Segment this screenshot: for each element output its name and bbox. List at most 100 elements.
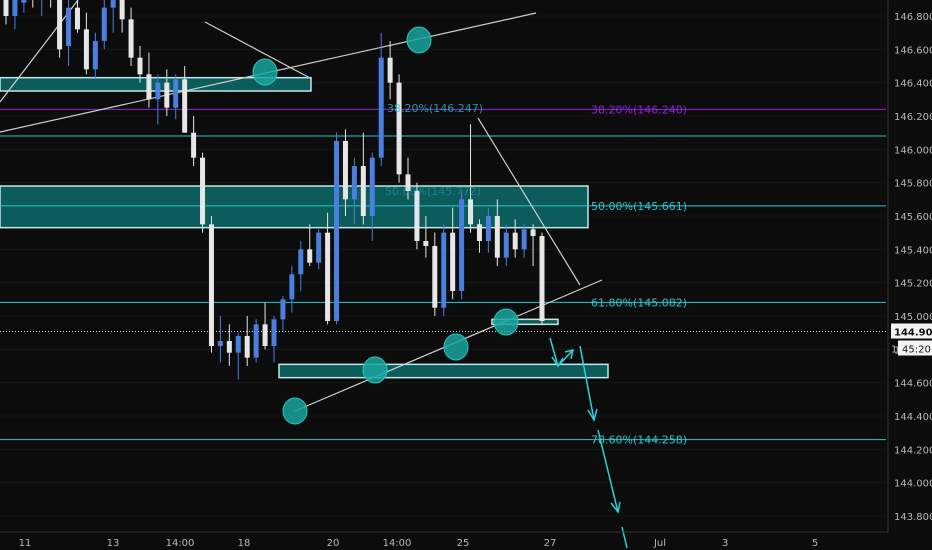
candle-body	[503, 232, 509, 258]
price-tick-label: 145.800	[894, 179, 932, 190]
candle-body	[459, 199, 465, 291]
ghost-fib-label: 38.20%(146.247)	[387, 102, 483, 115]
candle-body	[485, 216, 491, 241]
candle-body	[235, 336, 241, 353]
candle-body	[298, 249, 304, 275]
price-tick-label: 145.600	[894, 212, 932, 223]
candle-body	[396, 82, 402, 175]
candle-body	[494, 216, 500, 258]
fib-level-label: 50.00%(145.661)	[591, 200, 687, 213]
candle-body	[244, 336, 250, 358]
candle-body	[137, 57, 143, 75]
time-tick-label: 14:00	[166, 538, 195, 549]
fib-level-label: 38.20%(146.240)	[591, 103, 687, 116]
candle-body	[521, 229, 527, 250]
candle-body	[316, 232, 322, 263]
time-tick-label: 13	[107, 538, 120, 549]
price-tick-label: 146.000	[894, 145, 932, 156]
time-tick-label: 25	[457, 538, 470, 549]
candle-body	[441, 232, 447, 308]
time-tick-label: 14:00	[383, 538, 412, 549]
candle-body	[271, 319, 277, 346]
candle-body	[119, 0, 125, 20]
candle-body	[476, 224, 482, 241]
candle-body	[83, 29, 89, 70]
fib-level-label: 61.80%(145.082)	[591, 296, 687, 309]
candle-body	[387, 57, 393, 83]
time-tick-label: 5	[812, 538, 818, 549]
candle-body	[378, 57, 384, 158]
price-tick-label: 146.400	[894, 79, 932, 90]
candle-body	[334, 141, 340, 321]
candle-body	[369, 157, 375, 216]
candle-body	[226, 341, 232, 353]
candle-body	[128, 19, 134, 58]
candle-body	[262, 324, 268, 346]
candle-body	[432, 246, 438, 308]
candle-body	[360, 166, 366, 216]
touch-marker	[252, 58, 278, 86]
time-tick-label: Jul	[653, 538, 666, 549]
candle-body	[200, 157, 206, 225]
countdown-prefix: 1	[891, 345, 897, 356]
candle-body	[342, 141, 348, 200]
price-tick-label: 145.400	[894, 245, 932, 256]
candle-body	[66, 7, 72, 46]
time-tick-label: 11	[19, 538, 32, 549]
candle-body	[289, 274, 295, 300]
countdown-value: 45:20	[902, 345, 931, 356]
candle-body	[146, 74, 152, 100]
price-tick-label: 146.600	[894, 45, 932, 56]
price-tick-label: 145.200	[894, 279, 932, 290]
candle-body	[512, 232, 518, 250]
ghost-fib-label: 50.00%(145.772)	[385, 185, 481, 198]
price-tick-label: 143.800	[894, 512, 932, 523]
touch-marker	[282, 397, 308, 425]
candle-body	[74, 7, 80, 30]
candle-body	[253, 324, 259, 358]
price-tick-label: 144.600	[894, 379, 932, 390]
time-tick-label: 20	[327, 538, 340, 549]
candle-body	[57, 0, 63, 50]
price-tick-label: 144.000	[894, 479, 932, 490]
candle-body	[12, 0, 18, 16]
price-axis[interactable]: 146.800 146.600 146.400 146.200 146.000 145.8…	[887, 0, 932, 550]
candle-body	[101, 7, 107, 41]
time-tick-label: 18	[238, 538, 251, 549]
candle-body	[351, 166, 357, 200]
candle-body	[217, 341, 223, 346]
price-tick-label: 144.200	[894, 445, 932, 456]
price-tick-label: 146.200	[894, 112, 932, 123]
price-tick-label: 144.400	[894, 412, 932, 423]
price-tick-label: 145.000	[894, 312, 932, 323]
candle-body	[468, 199, 474, 225]
candle-body	[191, 132, 197, 158]
candle-body	[414, 191, 420, 241]
candle-body	[208, 224, 214, 346]
candle-body	[3, 0, 9, 16]
candle-body	[92, 41, 98, 70]
candle-body	[173, 79, 179, 108]
current-price-value: 144.907	[894, 328, 932, 339]
price-tick-label: 146.800	[894, 12, 932, 23]
time-tick-label: 3	[722, 538, 728, 549]
candle-body	[307, 249, 313, 263]
fib-level-label: 78.60%(144.258)	[591, 434, 687, 447]
candle-body	[182, 79, 188, 133]
candle-body	[110, 0, 116, 8]
candle-body	[530, 229, 536, 236]
touch-marker	[406, 26, 432, 54]
candle-body	[164, 82, 170, 108]
candle-body	[21, 0, 27, 3]
touch-marker	[362, 356, 388, 384]
candle-body	[423, 241, 429, 246]
candle-body	[280, 299, 286, 320]
candle-body	[450, 232, 456, 291]
price-chart[interactable]: 38.20%(146.240) 50.00%(145.661) 61.80%(145…	[0, 0, 932, 550]
time-tick-label: 27	[544, 538, 557, 549]
touch-marker	[493, 308, 519, 336]
touch-marker	[443, 333, 469, 361]
candle-body	[155, 82, 161, 100]
candle-body	[539, 236, 545, 321]
candle-body	[325, 232, 331, 321]
